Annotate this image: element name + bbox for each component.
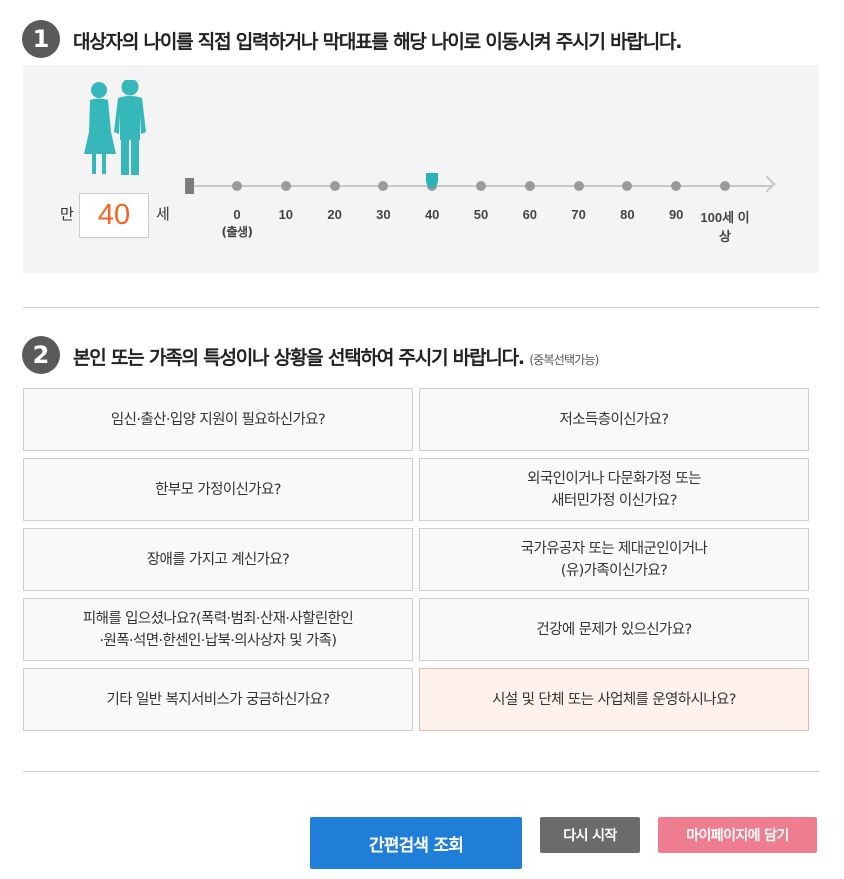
step-2-title-text: 본인 또는 가족의 특성이나 상황을 선택하여 주시기 바랍니다. [73, 347, 525, 369]
situation-option[interactable]: 시설 및 단체 또는 사업체를 운영하시나요? [419, 668, 809, 731]
multi-select-note: (중복선택가능) [529, 353, 599, 367]
situation-option[interactable]: 기타 일반 복지서비스가 궁금하신가요? [23, 668, 413, 731]
save-to-mypage-button[interactable]: 마이페이지에 담기 [658, 817, 817, 853]
restart-button[interactable]: 다시 시작 [540, 817, 640, 853]
quick-search-button[interactable]: 간편검색 조회 [310, 817, 522, 869]
step-1-title: 대상자의 나이를 직접 입력하거나 막대표를 해당 나이로 이동시켜 주시기 바… [73, 31, 682, 53]
age-tick-label: 100세 이상 [700, 210, 750, 244]
arrow-right-icon [758, 175, 776, 193]
age-tick-dot[interactable] [622, 181, 633, 191]
age-tick-dot[interactable] [524, 181, 535, 191]
age-tick-dot[interactable] [280, 181, 291, 191]
age-tick-sublabel: (출생) [221, 225, 253, 239]
age-tick-dot[interactable] [476, 181, 486, 191]
age-prefix-label: 만 [60, 205, 74, 223]
age-tick-dot[interactable] [671, 181, 682, 191]
age-tick-dot[interactable] [329, 181, 340, 191]
step-2-number: 2 [22, 336, 60, 374]
age-slider-handle[interactable] [425, 172, 439, 190]
situation-option[interactable]: 건강에 문제가 있으신가요? [419, 598, 809, 661]
section-divider [23, 771, 819, 772]
situation-option[interactable]: 장애를 가지고 계신가요? [23, 528, 413, 591]
age-tick-dot[interactable] [720, 181, 730, 191]
age-suffix-label: 세 [156, 205, 170, 223]
section-divider [23, 307, 819, 308]
step-2-title: 본인 또는 가족의 특성이나 상황을 선택하여 주시기 바랍니다. (중복선택가… [73, 343, 599, 370]
situation-option[interactable]: 한부모 가정이신가요? [23, 458, 413, 521]
situation-option[interactable]: 피해를 입으셨나요?(폭력·범죄·산재·사할린한인 ·원폭·석면·한센인·납북·… [23, 598, 413, 661]
situation-option[interactable]: 임신·출산·입양 지원이 필요하신가요? [23, 388, 413, 451]
age-tick-dot[interactable] [378, 181, 389, 191]
age-input[interactable]: 40 [79, 193, 149, 238]
situation-option[interactable]: 국가유공자 또는 제대군인이거나 (유)가족이신가요? [419, 528, 809, 591]
step-1-number: 1 [22, 20, 60, 58]
situation-option[interactable]: 저소득층이신가요? [419, 388, 809, 451]
age-tick-dot[interactable] [232, 181, 242, 191]
situation-option[interactable]: 외국인이거나 다문화가정 또는 새터민가정 이신가요? [419, 458, 809, 521]
age-slider-start-cap [185, 178, 194, 194]
age-tick-dot[interactable] [573, 181, 584, 191]
age-selector-panel: 만 40 세 0 (출생) 10 20 30 40 50 60 70 80 90 100세 이상 [23, 65, 819, 273]
elderly-couple-icon [84, 80, 146, 175]
